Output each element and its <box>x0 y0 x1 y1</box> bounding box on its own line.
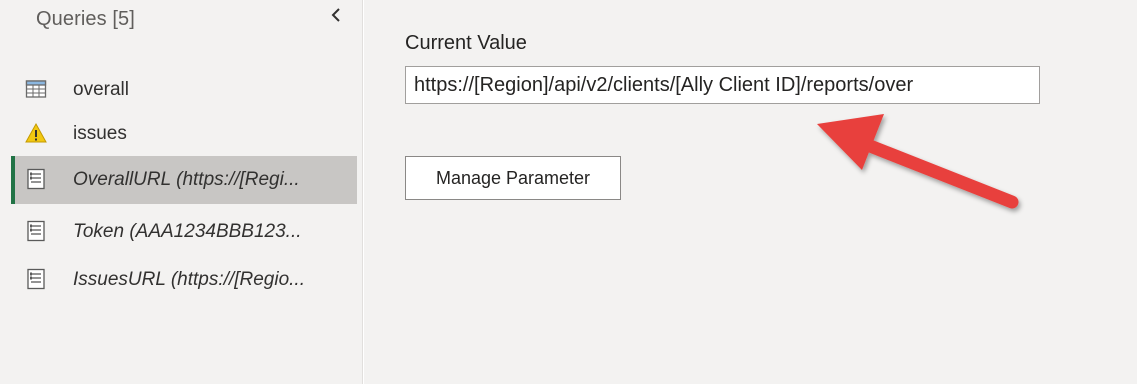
parameter-icon <box>27 168 45 190</box>
current-value-input[interactable]: https://[Region]/api/v2/clients/[Ally Cl… <box>405 66 1040 104</box>
query-item-issuesurl[interactable]: IssuesURL (https://[Regio... <box>11 256 357 304</box>
queries-pane-title: Queries [5] <box>36 8 135 30</box>
query-item-issues[interactable]: issues <box>11 110 357 158</box>
parameter-icon <box>27 268 45 290</box>
query-item-label: IssuesURL (https://[Regio... <box>73 269 305 290</box>
query-item-overall[interactable]: overall <box>11 66 357 114</box>
annotation-arrow <box>817 114 1019 209</box>
chevron-left-icon <box>331 8 340 22</box>
queries-pane: Queries [5] overall issues OverallURL (h… <box>0 0 363 384</box>
query-item-label: issues <box>73 123 127 144</box>
collapse-pane-button[interactable] <box>326 4 346 30</box>
query-item-overallurl[interactable]: OverallURL (https://[Regi... <box>11 156 357 204</box>
table-icon <box>25 80 47 98</box>
power-query-editor: Queries [5] overall issues OverallURL (h… <box>0 0 1137 384</box>
warning-icon <box>25 122 47 143</box>
query-item-label: OverallURL (https://[Regi... <box>73 169 300 190</box>
query-item-label: Token (AAA1234BBB123... <box>73 221 302 242</box>
query-item-label: overall <box>73 79 129 100</box>
current-value-label: Current Value <box>405 32 527 54</box>
parameter-icon <box>27 220 45 242</box>
query-item-token[interactable]: Token (AAA1234BBB123... <box>11 208 357 256</box>
manage-parameter-button[interactable]: Manage Parameter <box>405 156 621 200</box>
